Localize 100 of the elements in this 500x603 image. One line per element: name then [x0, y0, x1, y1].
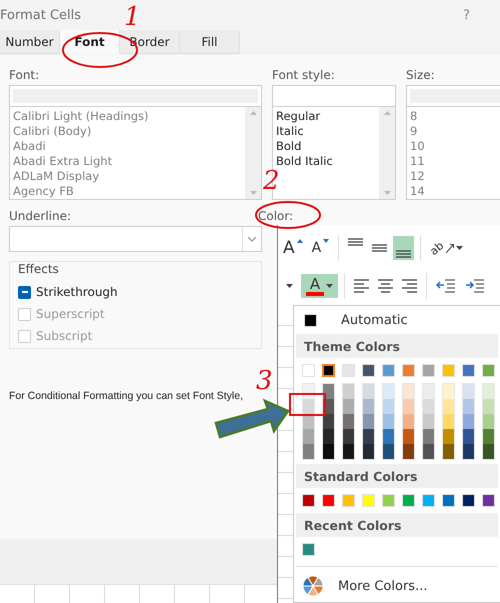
list-item[interactable]: Calibri (Body): [13, 124, 242, 139]
list-item[interactable]: Regular: [276, 109, 376, 124]
color-swatch[interactable]: [323, 384, 334, 399]
list-item[interactable]: 10: [410, 139, 500, 154]
checkbox[interactable]: [18, 286, 31, 298]
list-item[interactable]: Italic: [276, 124, 376, 139]
underline-dropdown[interactable]: [9, 226, 262, 252]
list-item[interactable]: Abadi: [13, 139, 242, 154]
annotation-number: 2: [263, 168, 280, 194]
size-input[interactable]: [406, 85, 500, 107]
color-swatch[interactable]: [443, 414, 454, 429]
tab[interactable]: Fill: [180, 30, 240, 54]
color-swatch[interactable]: [383, 444, 394, 459]
color-swatch[interactable]: [343, 414, 354, 429]
color-swatch[interactable]: [323, 444, 334, 459]
font-input[interactable]: [9, 85, 262, 107]
color-swatch[interactable]: [383, 429, 394, 444]
color-swatch[interactable]: [343, 429, 354, 444]
color-swatch[interactable]: [403, 429, 414, 444]
color-swatch[interactable]: [363, 384, 374, 399]
scroll-down-icon[interactable]: [384, 191, 390, 195]
color-swatch[interactable]: [483, 399, 494, 414]
color-swatch[interactable]: [443, 444, 454, 459]
color-swatch[interactable]: [403, 444, 414, 459]
color-swatch[interactable]: [463, 414, 474, 429]
color-swatch[interactable]: [343, 399, 354, 414]
annotation-ellipse: [254, 200, 322, 230]
list-item[interactable]: Bold Italic: [276, 154, 376, 169]
color-swatch[interactable]: [483, 414, 494, 429]
color-swatch[interactable]: [483, 444, 494, 459]
align-left-icon: [354, 279, 369, 293]
color-swatch[interactable]: [443, 384, 454, 399]
align-bottom-button[interactable]: [393, 236, 414, 260]
down-caret-icon: [323, 239, 330, 243]
color-swatch[interactable]: [463, 429, 474, 444]
window-title: Format Cells: [0, 8, 82, 22]
section-heading: Recent Colors: [296, 513, 498, 537]
color-swatch[interactable]: [443, 429, 454, 444]
color-swatch[interactable]: [443, 399, 454, 414]
color-swatch[interactable]: [323, 429, 334, 444]
color-swatch[interactable]: [423, 444, 434, 459]
list-item[interactable]: 8: [410, 109, 500, 124]
color-swatch[interactable]: [463, 384, 474, 399]
color-swatch[interactable]: [483, 429, 494, 444]
tab[interactable]: Font: [60, 30, 120, 54]
color-swatch[interactable]: [363, 429, 374, 444]
color-swatch[interactable]: [343, 444, 354, 459]
list-item[interactable]: Bold: [276, 139, 376, 154]
tab[interactable]: Number: [0, 30, 60, 54]
color-swatch[interactable]: [483, 384, 494, 399]
color-swatch[interactable]: [343, 384, 354, 399]
color-swatch[interactable]: [463, 399, 474, 414]
annotation-number: 3: [256, 368, 273, 394]
color-swatch[interactable]: [403, 384, 414, 399]
color-swatch[interactable]: [303, 444, 314, 459]
caret-icon: [326, 284, 333, 288]
color-swatch[interactable]: [403, 399, 414, 414]
color-swatch[interactable]: [423, 384, 434, 399]
color-swatch[interactable]: [303, 429, 314, 444]
align-center-icon: [378, 279, 393, 293]
color-swatch[interactable]: [303, 399, 314, 414]
color-swatch[interactable]: [423, 414, 434, 429]
list-item[interactable]: Agency FB: [13, 184, 242, 199]
color-swatch[interactable]: [322, 364, 335, 377]
scroll-up-icon[interactable]: [250, 111, 256, 115]
color-swatch[interactable]: [383, 399, 394, 414]
font-style-input[interactable]: [272, 85, 396, 107]
color-swatch[interactable]: [363, 444, 374, 459]
chevron-down-icon: [248, 236, 256, 242]
list-item[interactable]: 9: [410, 124, 500, 139]
list-item[interactable]: Calibri Light (Headings): [13, 109, 242, 124]
list-item[interactable]: 14: [410, 184, 500, 199]
list-item[interactable]: ADLaM Display: [13, 169, 242, 184]
field-label: Font style:: [272, 67, 336, 84]
color-swatch[interactable]: [323, 414, 334, 429]
checkbox-label: Strikethrough: [36, 285, 118, 299]
scroll-down-icon[interactable]: [250, 191, 256, 195]
orientation-button[interactable]: ab: [427, 236, 466, 260]
field-label: Color:: [258, 208, 294, 225]
color-swatch[interactable]: [423, 429, 434, 444]
automatic-option[interactable]: Automatic: [296, 306, 498, 334]
field-label: Font:: [9, 67, 40, 84]
list-item[interactable]: 12: [410, 169, 500, 184]
align-right-icon: [402, 279, 417, 293]
color-swatch[interactable]: [363, 414, 374, 429]
color-swatch[interactable]: [383, 384, 394, 399]
more-colors-option[interactable]: More Colors...: [296, 566, 498, 597]
grow-font-button[interactable]: A: [280, 236, 306, 260]
color-swatch[interactable]: [403, 414, 414, 429]
annotation-rectangle: [289, 393, 326, 416]
font-color-button[interactable]: A: [301, 274, 338, 298]
color-swatch[interactable]: [363, 399, 374, 414]
list-item[interactable]: 11: [410, 154, 500, 169]
shrink-font-button[interactable]: A: [308, 236, 332, 260]
annotation-number: 1: [124, 4, 141, 30]
color-swatch[interactable]: [423, 399, 434, 414]
color-swatch[interactable]: [383, 414, 394, 429]
color-swatch[interactable]: [463, 444, 474, 459]
scroll-up-icon[interactable]: [384, 111, 390, 115]
list-item[interactable]: Abadi Extra Light: [13, 154, 242, 169]
